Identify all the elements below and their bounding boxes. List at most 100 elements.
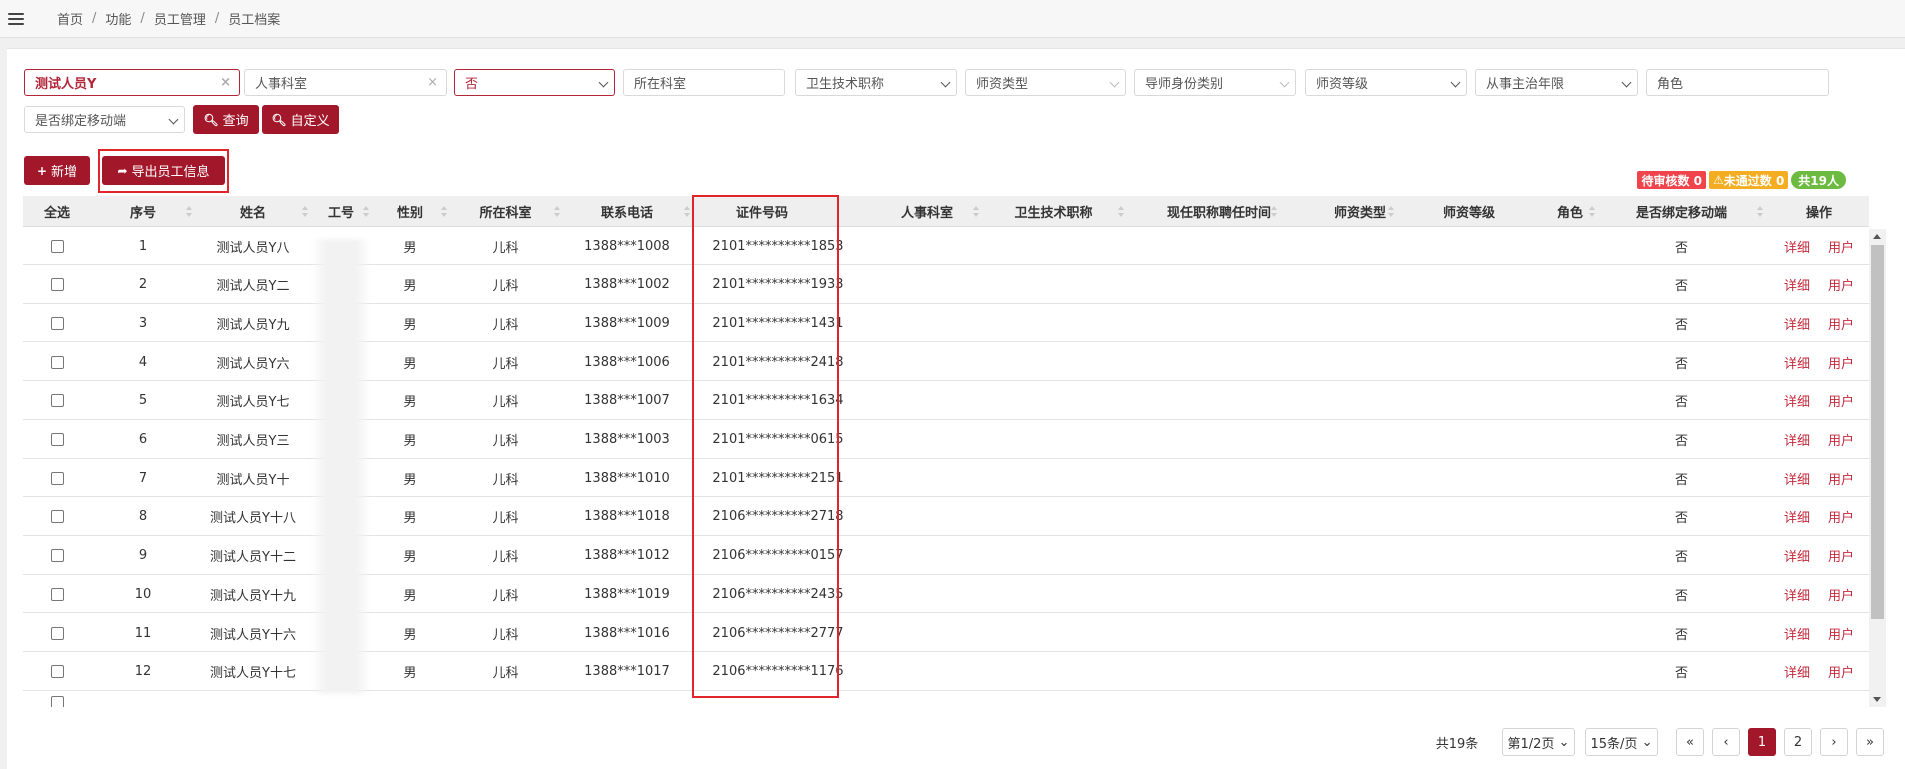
user-link[interactable]: 用户 — [1828, 469, 1854, 488]
sort-icon[interactable] — [1757, 206, 1763, 217]
col-mobile-bound[interactable]: 是否绑定移动端 — [1617, 196, 1746, 227]
col-select-all[interactable]: 全选 — [23, 196, 91, 227]
row-checkbox[interactable] — [50, 665, 64, 679]
page-select[interactable]: 第1/2页 ⌄ — [1502, 728, 1575, 756]
detail-link[interactable]: 详细 — [1784, 391, 1810, 410]
role-filter-input[interactable]: 角色 — [1646, 69, 1829, 96]
query-button[interactable]: 🔍︎ 查询 — [193, 105, 259, 134]
teacher-level-select[interactable]: 师资等级 — [1305, 69, 1467, 96]
col-emp-no[interactable]: 工号 — [311, 196, 371, 227]
failed-count-badge[interactable]: ⚠ 未通过数 0 — [1709, 171, 1789, 189]
row-checkbox[interactable] — [50, 695, 64, 707]
row-checkbox[interactable] — [50, 278, 64, 292]
detail-link[interactable]: 详细 — [1784, 430, 1810, 449]
col-hr-dept[interactable]: 人事科室 — [864, 196, 990, 227]
row-checkbox[interactable] — [50, 626, 64, 640]
user-link[interactable]: 用户 — [1828, 314, 1854, 333]
user-link[interactable]: 用户 — [1828, 430, 1854, 449]
add-button[interactable]: + 新增 — [24, 156, 90, 185]
breadcrumb-staff-management[interactable]: 员工管理 — [154, 9, 206, 28]
detail-link[interactable]: 详细 — [1784, 314, 1810, 333]
sort-icon[interactable] — [1589, 206, 1595, 217]
breadcrumb: 首页 / 功能 / 员工管理 / 员工档案 — [57, 9, 280, 28]
clear-icon[interactable]: × — [427, 75, 438, 90]
sort-icon[interactable] — [186, 206, 192, 217]
custom-button[interactable]: 🔍︎ 自定义 — [262, 105, 339, 134]
col-gender[interactable]: 性别 — [371, 196, 449, 227]
row-checkbox[interactable] — [50, 316, 64, 330]
sort-icon[interactable] — [554, 206, 560, 217]
next-page-button[interactable]: › — [1820, 728, 1848, 756]
user-link[interactable]: 用户 — [1828, 353, 1854, 372]
mentor-category-select[interactable]: 导师身份类别 — [1134, 69, 1296, 96]
hr-dept-filter[interactable]: 人事科室 × — [244, 69, 447, 96]
col-phone[interactable]: 联系电话 — [562, 196, 692, 227]
detail-link[interactable]: 详细 — [1784, 662, 1810, 681]
sort-icon[interactable] — [1388, 206, 1394, 217]
col-teacher-type[interactable]: 师资类型 — [1305, 196, 1415, 227]
name-filter-input[interactable]: 测试人员Y × — [24, 69, 240, 96]
col-index[interactable]: 序号 — [91, 196, 195, 227]
page-1-button[interactable]: 1 — [1748, 728, 1776, 756]
row-checkbox[interactable] — [50, 355, 64, 369]
prev-page-button[interactable]: ‹ — [1712, 728, 1740, 756]
user-link[interactable]: 用户 — [1828, 624, 1854, 643]
sort-icon[interactable] — [684, 206, 690, 217]
detail-link[interactable]: 详细 — [1784, 353, 1810, 372]
detail-link[interactable]: 详细 — [1784, 624, 1810, 643]
status-select[interactable]: 否 — [454, 69, 615, 96]
table-scrollbar[interactable] — [1869, 229, 1886, 707]
last-page-button[interactable]: » — [1856, 728, 1884, 756]
user-link[interactable]: 用户 — [1828, 237, 1854, 256]
mobile-bound-select[interactable]: 是否绑定移动端 — [24, 106, 185, 133]
user-link[interactable]: 用户 — [1828, 275, 1854, 294]
detail-link[interactable]: 详细 — [1784, 237, 1810, 256]
col-name[interactable]: 姓名 — [195, 196, 311, 227]
cell-dept: 儿科 — [492, 356, 519, 372]
col-dept[interactable]: 所在科室 — [449, 196, 562, 227]
user-link[interactable]: 用户 — [1828, 585, 1854, 604]
scroll-up-icon[interactable] — [1873, 234, 1881, 239]
row-checkbox[interactable] — [50, 433, 64, 446]
sort-icon[interactable] — [973, 206, 979, 217]
col-title[interactable]: 卫生技术职称 — [990, 196, 1117, 227]
user-link[interactable]: 用户 — [1828, 391, 1854, 410]
clear-icon[interactable]: × — [220, 75, 231, 90]
scrollbar-thumb[interactable] — [1871, 245, 1884, 619]
user-link[interactable]: 用户 — [1828, 546, 1854, 565]
breadcrumb-home[interactable]: 首页 — [57, 9, 83, 28]
scroll-down-icon[interactable] — [1873, 697, 1881, 702]
row-checkbox[interactable] — [50, 549, 64, 563]
detail-link[interactable]: 详细 — [1784, 469, 1810, 488]
sort-icon[interactable] — [441, 206, 447, 217]
breadcrumb-function[interactable]: 功能 — [105, 9, 131, 28]
row-checkbox[interactable] — [50, 471, 64, 485]
dept-filter-input[interactable]: 所在科室 — [623, 69, 785, 96]
sort-icon[interactable] — [1118, 206, 1124, 217]
detail-link[interactable]: 详细 — [1784, 585, 1810, 604]
cell-gender: 男 — [403, 550, 417, 566]
user-link[interactable]: 用户 — [1828, 662, 1854, 681]
col-teacher-level[interactable]: 师资等级 — [1415, 196, 1523, 227]
row-checkbox[interactable] — [50, 394, 64, 408]
title-select[interactable]: 卫生技术职称 — [795, 69, 957, 96]
first-page-button[interactable]: « — [1676, 728, 1704, 756]
years-select[interactable]: 从事主治年限 — [1475, 69, 1638, 96]
page-2-button[interactable]: 2 — [1784, 728, 1812, 756]
sort-icon[interactable] — [1271, 206, 1277, 217]
sort-icon[interactable] — [302, 206, 308, 217]
col-hire-time[interactable]: 现任职称聘任时间 — [1133, 196, 1305, 227]
sort-icon[interactable] — [363, 206, 369, 217]
row-checkbox[interactable] — [50, 587, 64, 601]
row-checkbox[interactable] — [50, 510, 64, 524]
detail-link[interactable]: 详细 — [1784, 546, 1810, 565]
col-role[interactable]: 角色 — [1523, 196, 1617, 227]
page-size-select[interactable]: 15条/页 ⌄ — [1585, 728, 1658, 756]
detail-link[interactable]: 详细 — [1784, 275, 1810, 294]
menu-toggle-icon[interactable] — [8, 12, 24, 25]
user-link[interactable]: 用户 — [1828, 507, 1854, 526]
row-checkbox[interactable] — [50, 239, 64, 253]
pending-count-badge[interactable]: 待审核数 0 — [1637, 171, 1706, 189]
detail-link[interactable]: 详细 — [1784, 507, 1810, 526]
teacher-type-select[interactable]: 师资类型 — [965, 69, 1126, 96]
